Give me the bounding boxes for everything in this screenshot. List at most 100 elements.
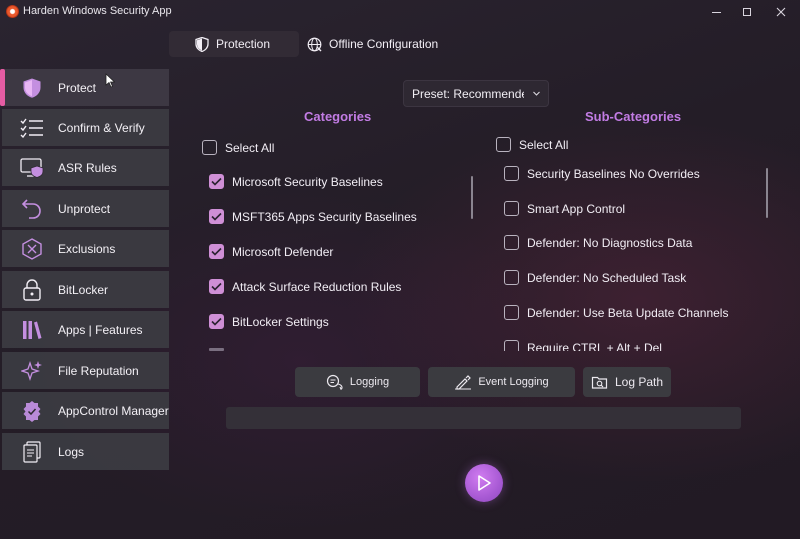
mouse-cursor-icon [105, 73, 115, 88]
tab-protection[interactable]: Protection [169, 31, 299, 57]
item-label: MSFT365 Apps Security Baselines [232, 209, 417, 224]
item-label: Security Baselines No Overrides [527, 166, 700, 181]
checkbox[interactable] [504, 305, 519, 320]
checkbox-checked[interactable] [209, 244, 224, 259]
sparkle-icon [20, 360, 44, 382]
app-window: Harden Windows Security App Protection O… [0, 0, 800, 539]
minimize-button[interactable] [700, 0, 732, 24]
sidebar-item-label: Apps | Features [58, 323, 143, 337]
title-bar: Harden Windows Security App [0, 0, 800, 24]
list-item[interactable]: Smart App Control [504, 201, 625, 216]
sidebar-item-logs[interactable]: Logs [2, 433, 169, 470]
list-item[interactable]: Defender: No Scheduled Task [504, 270, 686, 285]
shield-icon [20, 77, 44, 99]
checkbox[interactable] [496, 137, 511, 152]
folder-search-icon [591, 376, 608, 389]
sidebar-item-asr-rules[interactable]: ASR Rules [2, 149, 169, 186]
categories-list: Microsoft Security Baselines MSFT365 App… [195, 165, 465, 351]
close-button[interactable] [765, 0, 797, 24]
checkbox-checked[interactable] [209, 314, 224, 329]
list-item[interactable]: MSFT365 Apps Security Baselines [209, 209, 417, 224]
badge-icon [20, 400, 44, 422]
preset-dropdown[interactable]: Preset: Recommende [403, 80, 549, 107]
checkbox[interactable] [202, 140, 217, 155]
item-label: Require CTRL + Alt + Del [527, 340, 662, 352]
sidebar-item-file-reputation[interactable]: File Reputation [2, 352, 169, 389]
maximize-button[interactable] [731, 0, 763, 24]
document-icon [20, 441, 44, 463]
app-logo-icon [6, 5, 19, 18]
sidebar-item-label: ASR Rules [58, 161, 117, 175]
checkbox[interactable] [504, 340, 519, 351]
sidebar-item-exclusions[interactable]: Exclusions [2, 230, 169, 267]
checkbox-checked[interactable] [209, 174, 224, 189]
checkmark-icon [211, 247, 222, 256]
sub-categories-scrollbar[interactable] [766, 168, 768, 218]
checkbox[interactable] [504, 270, 519, 285]
sidebar-item-unprotect[interactable]: Unprotect [2, 190, 169, 227]
sub-categories-list: Security Baselines No Overrides Smart Ap… [495, 158, 765, 351]
list-item[interactable]: Security Baselines No Overrides [504, 166, 700, 181]
item-label: Defender: Use Beta Update Channels [527, 305, 729, 320]
log-path-button[interactable]: Log Path [583, 367, 671, 397]
sidebar-item-label: Unprotect [58, 202, 111, 216]
item-label: Smart App Control [527, 201, 626, 216]
maximize-icon [743, 8, 751, 16]
sidebar-item-bitlocker[interactable]: BitLocker [2, 271, 169, 308]
pen-icon [455, 375, 472, 390]
sidebar-item-label: Protect [58, 81, 97, 95]
categories-scrollbar[interactable] [471, 176, 473, 219]
sidebar-item-label: Confirm & Verify [58, 121, 145, 135]
item-label: BitLocker Settings [232, 314, 329, 329]
sidebar-item-apps-features[interactable]: Apps | Features [2, 311, 169, 348]
select-all-label: Select All [225, 140, 275, 155]
log-path-label: Log Path [614, 375, 664, 389]
checkbox[interactable] [504, 166, 519, 181]
checkbox[interactable] [504, 201, 519, 216]
event-logging-label: Event Logging [478, 376, 549, 388]
exclusion-icon [20, 238, 44, 260]
list-item[interactable]: Defender: No Diagnostics Data [504, 235, 692, 250]
tab-offline-configuration[interactable]: Offline Configuration [302, 31, 462, 57]
checkbox[interactable] [504, 235, 519, 250]
checkmark-icon [211, 282, 222, 291]
sidebar-item-protect[interactable]: Protect [0, 69, 169, 106]
list-item[interactable]: BitLocker Settings [209, 314, 329, 329]
item-label: Defender: No Scheduled Task [527, 270, 687, 285]
select-all-label: Select All [519, 137, 569, 152]
checkbox-checked[interactable] [209, 279, 224, 294]
log-path-field[interactable] [226, 407, 741, 429]
item-label: Defender: No Diagnostics Data [527, 235, 693, 250]
list-item[interactable]: Require CTRL + Alt + Del [504, 340, 662, 351]
list-item[interactable]: Attack Surface Reduction Rules [209, 279, 401, 294]
item-label: Microsoft Defender [232, 244, 334, 259]
sidebar-item-appcontrol-manager[interactable]: AppControl Manager [2, 392, 169, 429]
list-item[interactable]: Defender: Use Beta Update Channels [504, 305, 728, 320]
checklist-icon [20, 117, 44, 139]
item-label: Attack Surface Reduction Rules [232, 279, 402, 294]
globe-icon [307, 37, 322, 51]
sidebar-item-label: BitLocker [58, 283, 109, 297]
list-item[interactable]: Microsoft Defender [209, 244, 333, 259]
run-button[interactable] [465, 464, 503, 502]
sidebar-item-label: Exclusions [58, 242, 116, 256]
chat-log-icon [326, 374, 343, 390]
checkbox-checked[interactable] [209, 209, 224, 224]
event-logging-button[interactable]: Event Logging [428, 367, 575, 397]
sidebar-item-label: File Reputation [58, 364, 139, 378]
logging-button[interactable]: Logging [295, 367, 420, 397]
tab-label: Offline Configuration [329, 37, 439, 51]
close-icon [776, 7, 786, 17]
lock-icon [20, 279, 44, 301]
checkmark-icon [211, 177, 222, 186]
sidebar-item-confirm-verify[interactable]: Confirm & Verify [2, 109, 169, 146]
list-item[interactable]: Microsoft Security Baselines [209, 174, 383, 189]
chevron-down-icon [533, 91, 540, 96]
sub-categories-heading: Sub-Categories [585, 109, 682, 124]
logging-label: Logging [349, 376, 390, 388]
library-icon [20, 319, 44, 341]
preset-value: Preset: Recommende [412, 86, 524, 101]
sub-categories-select-all[interactable]: Select All [496, 137, 568, 152]
categories-select-all[interactable]: Select All [202, 140, 274, 155]
item-label: Microsoft Security Baselines [232, 174, 383, 189]
